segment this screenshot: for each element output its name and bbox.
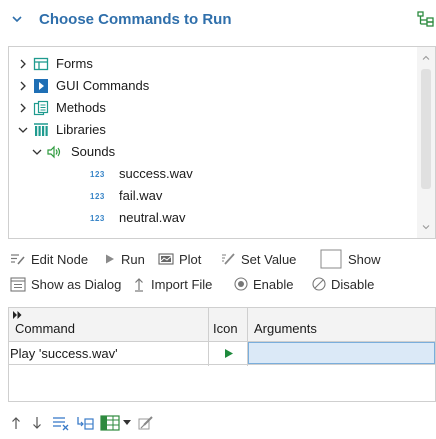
chevron-right-icon[interactable] [17,58,29,70]
tree-item-methods[interactable]: Methods [9,97,419,119]
section-title: Choose Commands to Run [39,11,232,28]
column-label: Icon [213,321,238,336]
tree-item-forms[interactable]: Forms [9,53,419,75]
tree-item-label: Forms [56,56,93,71]
scrollbar-thumb[interactable] [421,69,431,189]
set-value-label: Set Value [241,251,297,267]
delete-rows-icon [53,417,69,431]
section-header[interactable]: Choose Commands to Run [0,0,436,40]
arrow-down-icon [33,417,41,429]
play-icon [224,348,233,358]
tree-item-neutral-wav[interactable]: 123 neutral.wav [9,207,419,229]
set-value-icon [222,253,235,265]
import-file-icon [135,277,143,292]
table-row[interactable]: Play 'success.wav' [9,342,435,365]
import-file-button[interactable]: Import File [132,273,212,295]
command-tree[interactable]: Forms GUI Commands Methods Libraries Sou… [8,46,436,239]
delete-rows-button[interactable] [52,413,70,433]
edit-node-label: Edit Node [31,251,89,267]
chevron-down-icon[interactable] [17,124,29,136]
disable-label: Disable [331,276,375,292]
tree-item-label: Methods [56,100,106,115]
node-toolbar-secondary: Show as Dialog Import File Enable Disabl… [8,273,436,295]
enable-label: Enable [253,276,294,292]
tree-item-fail-wav[interactable]: 123 fail.wav [9,185,419,207]
edit-node-button[interactable]: Edit Node [10,248,88,270]
tree-item-libraries[interactable]: Libraries [9,119,419,141]
set-value-button[interactable]: Set Value [220,248,296,270]
tree-item-label: success.wav [119,166,193,181]
dialog-icon [10,276,26,292]
command-cell[interactable]: Play 'success.wav' [10,342,207,364]
caret-down-icon [123,420,131,425]
plot-icon [158,253,174,265]
enable-button[interactable]: Enable [234,273,293,295]
commands-table[interactable]: Command Icon Arguments Play 'success.wav… [8,307,436,402]
insert-row-button[interactable] [76,413,94,433]
edit-settings-button[interactable] [138,413,154,433]
node-toolbar: Edit Node Run Plot Set Value Show [8,248,436,270]
plot-button[interactable]: Plot [158,248,201,270]
move-up-button[interactable] [10,413,22,433]
show-toggle[interactable]: Show [320,248,381,270]
edit-settings-icon [138,416,153,430]
enable-icon [234,277,248,291]
show-label: Show [348,251,381,267]
number-badge-icon: 123 [90,170,105,179]
table-header: Command Icon Arguments [9,308,435,342]
tree-scrollbar[interactable] [417,47,435,238]
methods-icon [33,100,49,116]
scroll-down-icon[interactable] [421,222,431,232]
move-down-button[interactable] [31,413,43,433]
column-header-icon[interactable]: Icon [213,308,245,342]
tree-item-gui-commands[interactable]: GUI Commands [9,75,419,97]
tree-item-label: Libraries [56,122,106,137]
disable-icon [312,277,326,291]
table-layout-dropdown[interactable] [100,413,131,433]
tree-item-label: GUI Commands [56,78,150,93]
run-label: Run [121,251,145,267]
tree-item-label: Sounds [71,144,116,159]
table-toolbar [8,413,436,433]
libraries-icon [34,123,48,136]
run-icon [106,254,114,264]
tree-item-label: fail.wav [119,188,163,203]
chevron-right-icon[interactable] [17,102,29,114]
show-as-dialog-label: Show as Dialog [31,276,122,292]
tree-item-label: neutral.wav [119,210,186,225]
number-badge-icon: 123 [90,192,105,201]
chevron-right-icon[interactable] [17,80,29,92]
command-tree-icon[interactable] [416,10,436,28]
chevron-down-icon[interactable] [10,12,24,26]
table-layout-icon [100,415,120,431]
tree-item-sounds[interactable]: Sounds [9,141,419,163]
icon-cell[interactable] [209,342,247,364]
tree-item-success-wav[interactable]: 123 success.wav [9,163,419,185]
import-file-label: Import File [151,276,213,292]
edit-node-icon [11,254,25,265]
column-header-arguments[interactable]: Arguments [254,308,432,342]
number-badge-icon: 123 [90,214,105,223]
column-label: Arguments [254,321,317,336]
column-header-command[interactable]: Command [15,308,209,342]
arrow-up-icon [12,417,20,429]
checkbox-icon[interactable] [320,249,342,269]
run-button[interactable]: Run [104,248,145,270]
scroll-up-icon[interactable] [421,53,431,63]
command-text: Play 'success.wav' [10,345,118,361]
arguments-cell[interactable] [248,342,435,364]
column-label: Command [15,321,75,336]
plot-label: Plot [179,251,202,267]
show-as-dialog-button[interactable]: Show as Dialog [10,273,121,295]
gui-commands-icon [34,79,48,93]
insert-row-icon [77,417,94,430]
disable-button[interactable]: Disable [312,273,374,295]
sounds-icon [47,145,61,159]
chevron-down-icon[interactable] [31,146,43,158]
forms-icon [33,57,49,71]
